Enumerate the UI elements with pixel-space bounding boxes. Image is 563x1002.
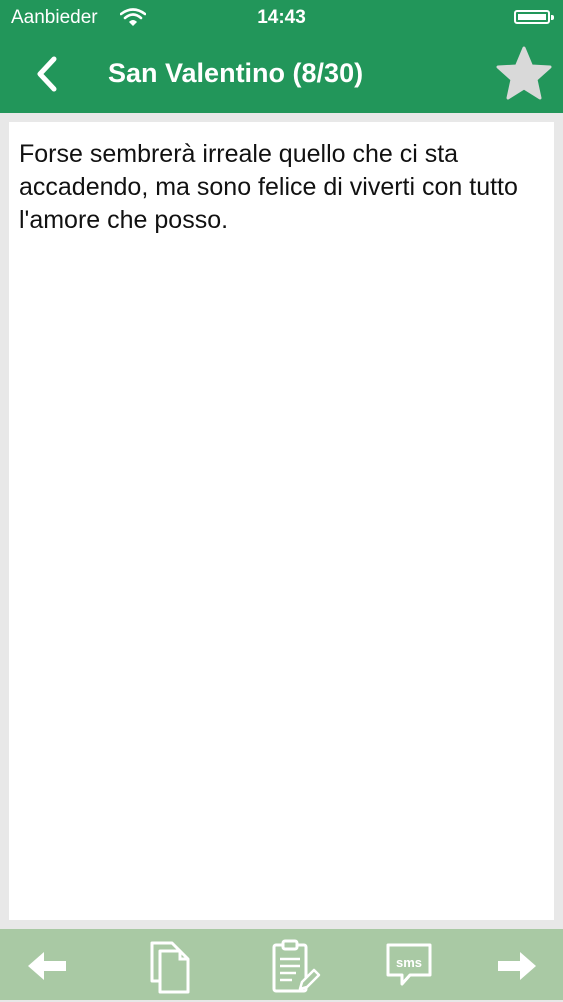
message-text: Forse sembrerà irreale quello che ci sta… — [19, 140, 518, 234]
clipboard-edit-icon — [272, 939, 321, 993]
clipboard-edit-button[interactable] — [266, 935, 322, 997]
sms-button[interactable]: sms — [382, 935, 436, 997]
previous-button[interactable] — [22, 935, 74, 997]
next-button[interactable] — [490, 935, 542, 997]
star-icon — [496, 46, 552, 100]
chevron-left-icon — [37, 56, 57, 92]
top-bar: Aanbieder 14:43 San Valentino (8/30) — [0, 0, 563, 113]
status-bar: Aanbieder 14:43 — [0, 0, 563, 36]
status-time: 14:43 — [257, 7, 306, 28]
battery-icon — [514, 10, 554, 24]
navigation-bar: San Valentino (8/30) — [0, 36, 563, 113]
sms-bubble-icon: sms — [386, 943, 432, 986]
bottom-toolbar: sms — [0, 929, 563, 1000]
favorite-button[interactable] — [493, 44, 555, 104]
copy-button[interactable] — [142, 935, 198, 997]
message-panel: Forse sembrerà irreale quello che ci sta… — [9, 122, 554, 920]
page-title: San Valentino (8/30) — [108, 58, 364, 88]
back-button[interactable] — [24, 50, 76, 98]
arrow-right-icon — [498, 952, 536, 980]
copy-icon — [150, 941, 190, 994]
sms-label: sms — [396, 955, 422, 970]
arrow-left-icon — [28, 952, 66, 980]
